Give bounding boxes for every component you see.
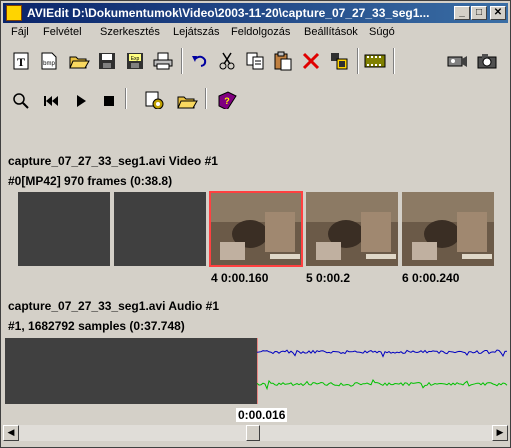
text-icon[interactable]: T: [9, 49, 33, 73]
menu-help[interactable]: Súgó: [369, 26, 395, 38]
editor-area[interactable]: capture_07_27_33_seg1.avi Video #1 #0[MP…: [3, 109, 508, 425]
save-icon[interactable]: [95, 49, 119, 73]
svg-text:bmp: bmp: [43, 61, 55, 67]
title-bar[interactable]: AVIEdit D:\Dokumentumok\Video\2003-11-20…: [3, 3, 508, 23]
print-icon[interactable]: [151, 49, 175, 73]
frame-thumbnail: [210, 192, 302, 266]
menu-bar: Fájl Felvétel Szerkesztés Lejátszás Feld…: [3, 24, 508, 42]
menu-file[interactable]: Fájl: [11, 26, 29, 38]
app-icon[interactable]: [6, 5, 22, 21]
insert-icon[interactable]: [327, 49, 351, 73]
paste-icon[interactable]: [271, 49, 295, 73]
menu-process[interactable]: Feldolgozás: [231, 26, 290, 38]
video-stream-info: #0[MP42] 970 frames (0:38.8): [8, 174, 173, 188]
toolbar-separator: [357, 48, 359, 74]
frame-caption: 5 0:00.2: [306, 271, 351, 285]
main-toolbar: T bmp Exp: [3, 45, 508, 75]
cursor-time: 0:00.016: [236, 408, 288, 422]
copy-icon[interactable]: [243, 49, 267, 73]
frame-caption: 6 0:00.240: [402, 271, 460, 285]
undo-icon[interactable]: [187, 49, 211, 73]
maximize-button[interactable]: □: [471, 6, 487, 20]
frame-thumbnail: [306, 192, 398, 266]
snapshot-camera-icon[interactable]: [475, 49, 499, 73]
delete-icon[interactable]: [299, 49, 323, 73]
svg-text:Exp: Exp: [131, 56, 140, 62]
frame-caption: 4 0:00.160: [211, 271, 269, 285]
menu-playback[interactable]: Lejátszás: [173, 26, 219, 38]
export-icon[interactable]: Exp: [123, 49, 147, 73]
video-frame[interactable]: [114, 192, 206, 266]
toolbar-separator: [181, 48, 183, 74]
scroll-thumb[interactable]: [246, 425, 260, 441]
svg-text:T: T: [17, 55, 25, 69]
video-frame[interactable]: [18, 192, 110, 266]
video-frame[interactable]: [402, 192, 494, 266]
video-frame[interactable]: [306, 192, 398, 266]
menu-capture[interactable]: Felvétel: [43, 26, 82, 38]
close-button[interactable]: ✕: [490, 6, 506, 20]
svg-text:?: ?: [224, 96, 230, 106]
app-window: AVIEdit D:\Dokumentumok\Video\2003-11-20…: [0, 0, 511, 448]
cut-icon[interactable]: [215, 49, 239, 73]
audio-stream-title: capture_07_27_33_seg1.avi Audio #1: [8, 299, 220, 313]
menu-edit[interactable]: Szerkesztés: [100, 26, 160, 38]
scroll-right-arrow[interactable]: ▶: [492, 425, 508, 441]
horizontal-scrollbar[interactable]: ◀ ▶: [3, 425, 508, 441]
menu-settings[interactable]: Beállítások: [304, 26, 358, 38]
audio-waveform[interactable]: [257, 338, 508, 404]
bmp-icon[interactable]: bmp: [37, 49, 61, 73]
film-icon[interactable]: [363, 49, 387, 73]
frame-thumbnail: [402, 192, 494, 266]
audio-empty-region[interactable]: [5, 338, 257, 404]
video-frame-selected[interactable]: [209, 191, 303, 267]
video-stream-title: capture_07_27_33_seg1.avi Video #1: [8, 154, 218, 168]
capture-camera-icon[interactable]: [445, 49, 469, 73]
open-folder-icon[interactable]: [67, 49, 91, 73]
window-title: AVIEdit D:\Dokumentumok\Video\2003-11-20…: [27, 6, 430, 20]
scroll-left-arrow[interactable]: ◀: [3, 425, 19, 441]
audio-stream-info: #1, 1682792 samples (0:37.748): [8, 319, 185, 333]
minimize-button[interactable]: _: [454, 6, 470, 20]
toolbar-separator: [393, 48, 395, 74]
